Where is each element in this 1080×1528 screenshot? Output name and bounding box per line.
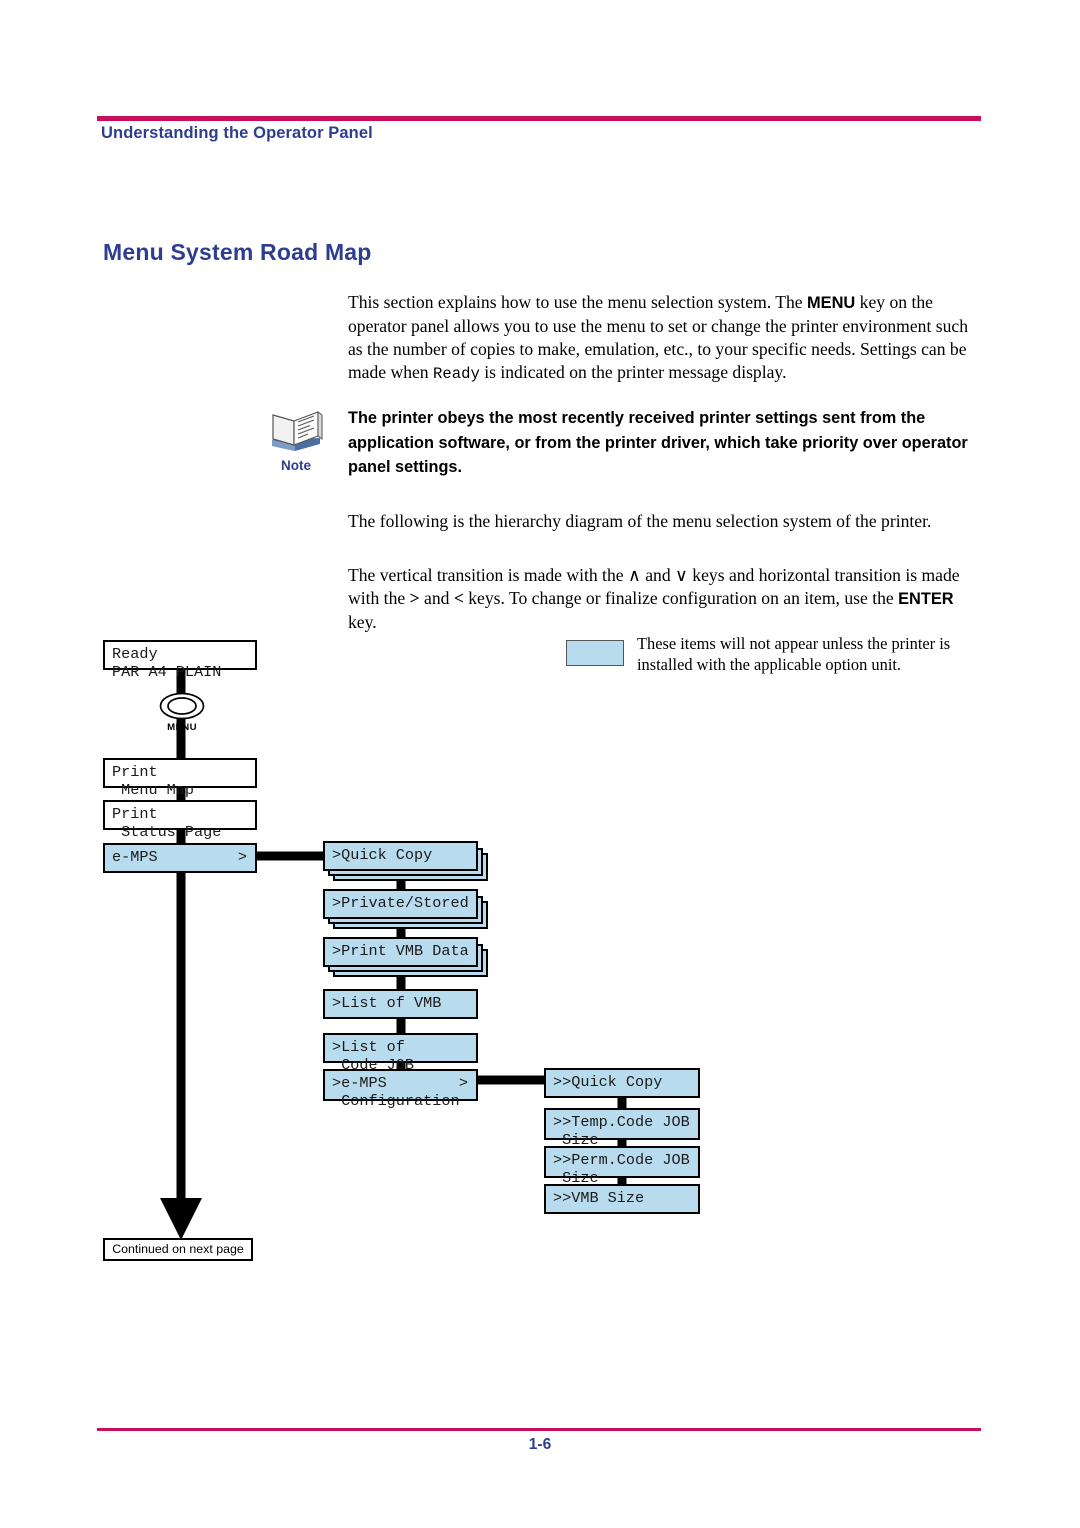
lcd-line1: >Print VMB Data bbox=[332, 942, 469, 960]
lcd-box-perm-code-job-size[interactable]: >>Perm.Code JOB Size bbox=[544, 1146, 700, 1186]
lcd-line1: >Private/Stored bbox=[332, 894, 469, 912]
lcd-line1: >e-MPS bbox=[332, 1074, 387, 1092]
lcd-line2: Menu Map bbox=[112, 780, 195, 799]
right-arrow-icon: > bbox=[458, 1074, 468, 1092]
lcd-box-list-of-vmb[interactable]: >List of VMB bbox=[323, 989, 478, 1019]
menu-system-road-map-diagram: MENU Ready PAR A4 PLAIN Print Menu Map Pr… bbox=[0, 0, 1080, 1528]
footer-rule bbox=[97, 1428, 981, 1431]
legend-text: These items will not appear unless the p… bbox=[637, 634, 951, 674]
lcd-box-list-of-code-job[interactable]: >List of Code JOB bbox=[323, 1033, 478, 1073]
lcd-line1: Print bbox=[112, 805, 158, 823]
lcd-line1: Ready bbox=[112, 645, 158, 663]
lcd-line1: >>Perm.Code JOB bbox=[553, 1151, 690, 1169]
lcd-line1: >List of bbox=[332, 1038, 405, 1056]
lcd-line1: Print bbox=[112, 763, 158, 781]
lcd-line1: >>Temp.Code JOB bbox=[553, 1113, 690, 1131]
lcd-line1: e-MPS bbox=[112, 848, 158, 866]
lcd-line1: >List of VMB bbox=[332, 994, 442, 1012]
lcd-line2: Configuration bbox=[332, 1091, 460, 1110]
lcd-box-ready[interactable]: Ready PAR A4 PLAIN bbox=[103, 640, 257, 680]
lcd-line2: PAR A4 PLAIN bbox=[112, 662, 222, 681]
right-arrow-icon: > bbox=[237, 848, 247, 866]
lcd-line1: >>VMB Size bbox=[553, 1189, 645, 1207]
lcd-line1: >>Quick Copy bbox=[553, 1073, 663, 1091]
menu-key-icon[interactable] bbox=[159, 692, 205, 720]
lcd-box-sub-quick-copy[interactable]: >>Quick Copy bbox=[544, 1068, 700, 1098]
lcd-box-e-mps[interactable]: e-MPS > bbox=[103, 843, 257, 873]
lcd-box-print-status-page[interactable]: Print Status Page bbox=[103, 800, 257, 840]
lcd-box-vmb-size[interactable]: >>VMB Size bbox=[544, 1184, 700, 1214]
lcd-box-temp-code-job-size[interactable]: >>Temp.Code JOB Size bbox=[544, 1108, 700, 1148]
lcd-box-quick-copy[interactable]: >Quick Copy bbox=[323, 841, 478, 871]
lcd-box-private-stored[interactable]: >Private/Stored bbox=[323, 889, 478, 919]
menu-key-label: MENU bbox=[167, 722, 197, 733]
lcd-line2: Status Page bbox=[112, 822, 222, 841]
lcd-box-print-menu-map[interactable]: Print Menu Map bbox=[103, 758, 257, 798]
continued-on-next-page-box: Continued on next page bbox=[103, 1238, 253, 1261]
lcd-line1: >Quick Copy bbox=[332, 846, 433, 864]
page-number: 1-6 bbox=[528, 1436, 552, 1453]
lcd-box-e-mps-configuration[interactable]: >e-MPS > Configuration bbox=[323, 1069, 478, 1109]
lcd-box-print-vmb-data[interactable]: >Print VMB Data bbox=[323, 937, 478, 967]
legend-color-swatch bbox=[566, 640, 624, 666]
